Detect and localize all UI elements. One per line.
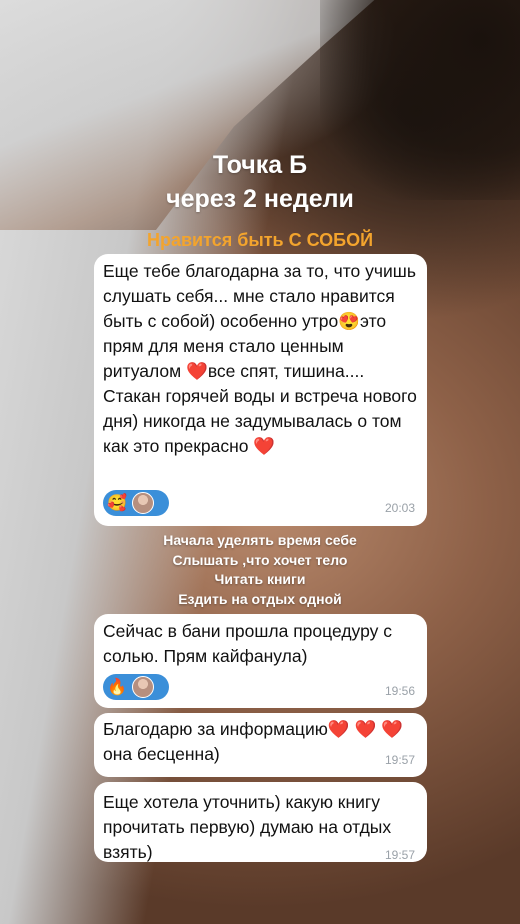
caption-line: Начала уделять время себе bbox=[163, 532, 357, 548]
message-text: Еще хотела уточнить) какую книгу прочита… bbox=[103, 792, 392, 862]
message-bubble[interactable]: Сейчас в бани прошла процедуру с солью. … bbox=[94, 614, 427, 708]
message-time: 20:03 bbox=[384, 501, 415, 515]
message-text: Сейчас в бани прошла процедуру с солью. … bbox=[103, 621, 392, 666]
message-time: 19:57 bbox=[384, 753, 415, 767]
message-text: Еще тебе благодарна за то, что учишь слу… bbox=[103, 261, 417, 456]
reaction-emoji: 🥰 bbox=[107, 494, 127, 512]
reaction-pill[interactable]: 🥰 bbox=[103, 490, 169, 516]
title-line-2: через 2 недели bbox=[166, 185, 354, 213]
message-bubble[interactable]: Еще хотела уточнить) какую книгу прочита… bbox=[94, 782, 427, 862]
reaction-emoji: 🔥 bbox=[107, 678, 127, 696]
message-text: Благодарю за информацию❤️ ❤️ ❤️она бесце… bbox=[103, 719, 403, 764]
avatar bbox=[132, 676, 154, 698]
caption-line: Читать книги bbox=[214, 571, 306, 587]
message-time: 19:57 bbox=[384, 848, 415, 862]
message-bubble[interactable]: Благодарю за информацию❤️ ❤️ ❤️она бесце… bbox=[94, 713, 427, 777]
avatar bbox=[132, 492, 154, 514]
message-bubble[interactable]: Еще тебе благодарна за то, что учишь слу… bbox=[94, 254, 427, 526]
title-line-1: Точка Б bbox=[212, 151, 308, 179]
caption-line: Слышать ,что хочет тело bbox=[172, 551, 348, 568]
reaction-pill[interactable]: 🔥 bbox=[103, 674, 169, 700]
message-time: 19:56 bbox=[384, 684, 415, 698]
caption-line: Ездить на отдых одной bbox=[178, 590, 342, 607]
subtitle: Нравится быть С СОБОЙ bbox=[146, 230, 374, 250]
caption-block: Начала уделять время себе Слышать ,что х… bbox=[0, 531, 520, 609]
